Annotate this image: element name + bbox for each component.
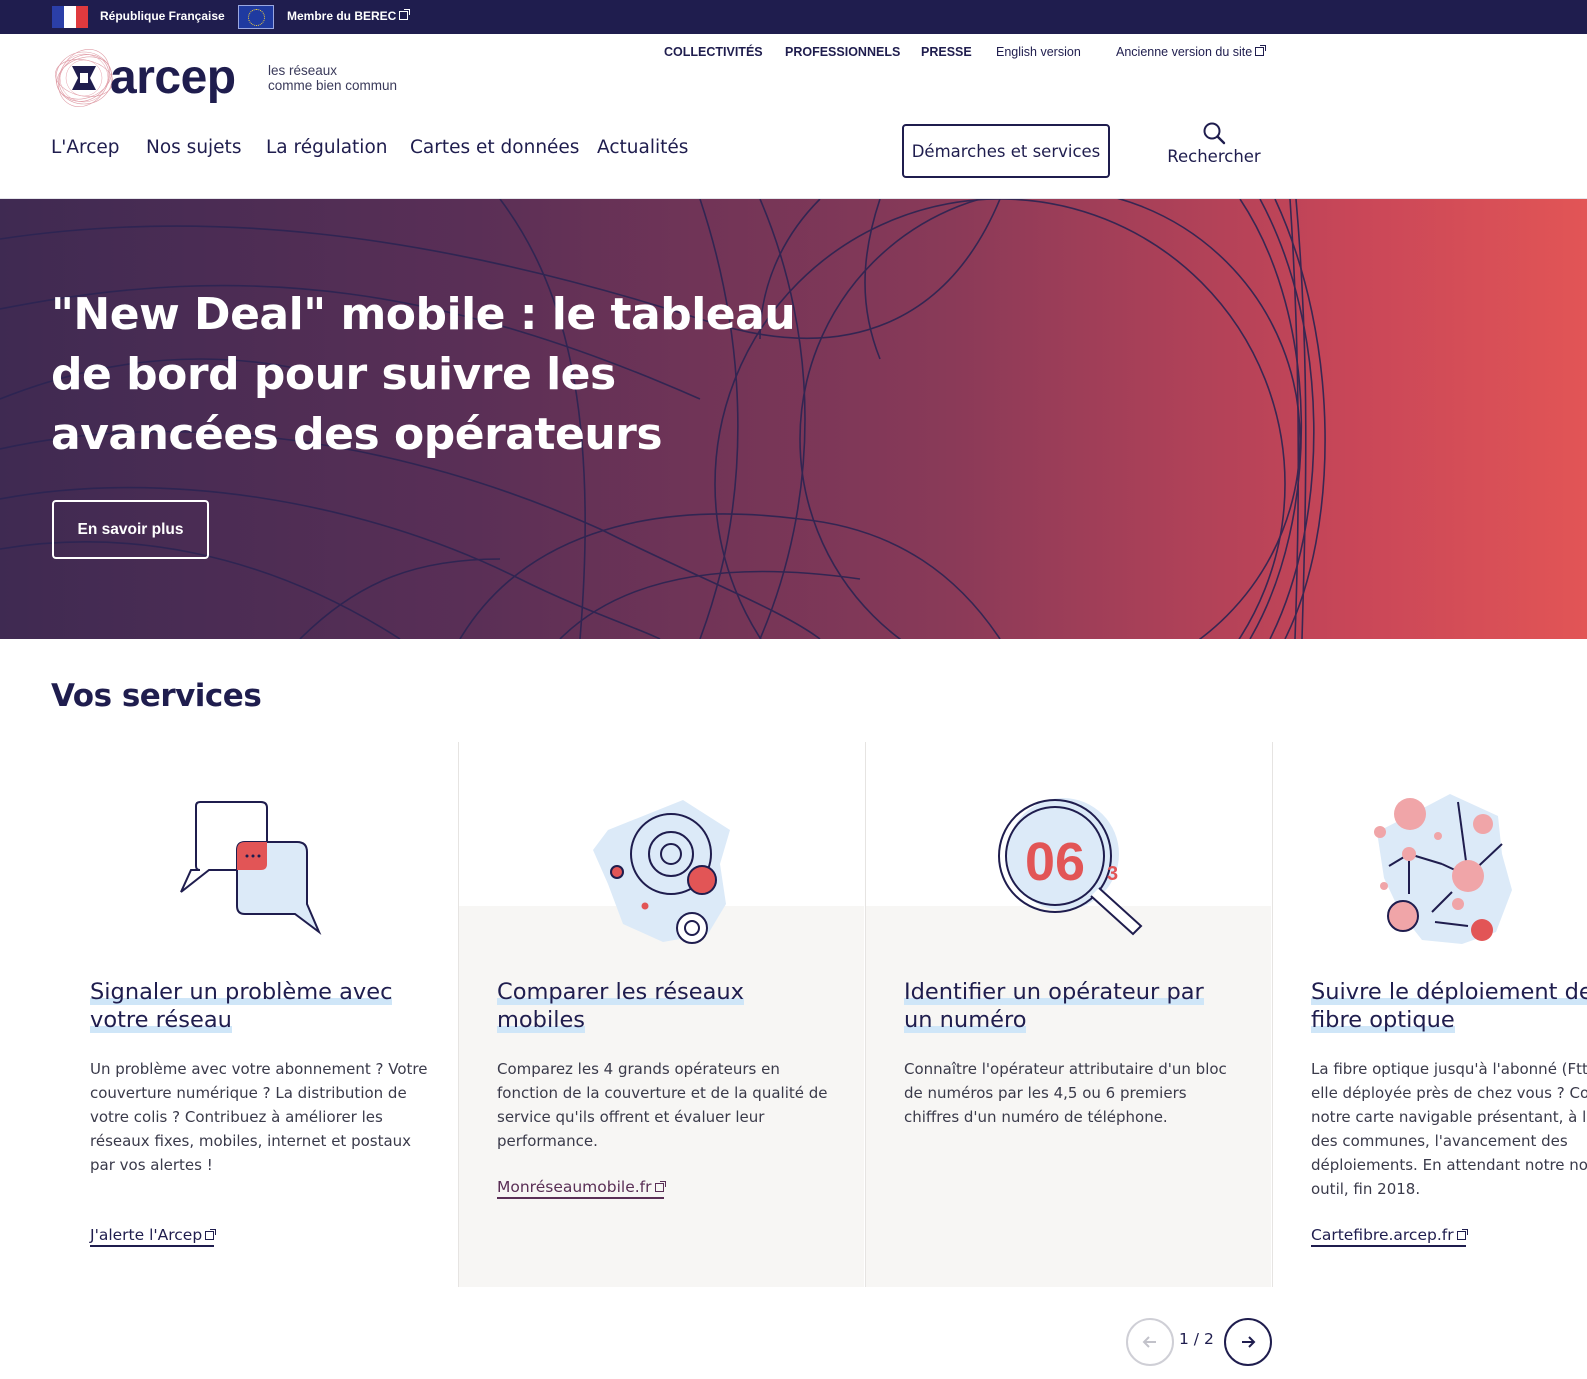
republique-label: République Française	[100, 9, 225, 23]
card-description: Un problème avec votre abonnement ? Votr…	[90, 1060, 428, 1174]
hero-learn-more-button[interactable]: En savoir plus	[52, 500, 209, 559]
external-link-icon	[399, 9, 411, 20]
nav-la-regulation[interactable]: La régulation	[266, 137, 388, 158]
card-link-jalerte[interactable]: J'alerte l'Arcep	[90, 1226, 217, 1247]
carousel-prev-button[interactable]	[1126, 1318, 1174, 1366]
card-link-label: Monréseaumobile.fr	[497, 1178, 652, 1196]
tagline-line-1: les réseaux	[268, 63, 338, 78]
service-card[interactable]: Comparer les réseaux mobiles Comparez le…	[458, 742, 864, 1287]
french-flag-icon	[52, 6, 88, 28]
util-english-version[interactable]: English version	[996, 45, 1081, 59]
card-link-monreseaumobile[interactable]: Monréseaumobile.fr	[497, 1178, 666, 1199]
search-label: Rechercher	[1167, 147, 1261, 166]
eu-flag-icon	[238, 5, 274, 29]
util-presse[interactable]: PRESSE	[921, 45, 972, 59]
card-title[interactable]: Identifier un opérateur par un numéro	[904, 978, 1234, 1034]
card-description: Connaître l'opérateur attributaire d'un …	[904, 1060, 1227, 1126]
external-link-icon	[1456, 1229, 1468, 1240]
demarches-services-button[interactable]: Démarches et services	[902, 124, 1110, 178]
card-link-label: J'alerte l'Arcep	[90, 1226, 203, 1244]
top-bar: République Française Membre du BEREC	[0, 0, 1587, 34]
util-ancienne-version[interactable]: Ancienne version du site	[1116, 45, 1267, 59]
chat-bubbles-icon	[180, 801, 322, 936]
magnifier-number-text: 06	[1025, 832, 1085, 892]
card-title-text: Identifier un opérateur par un numéro	[904, 979, 1204, 1033]
external-link-icon	[654, 1181, 666, 1192]
carousel-next-button[interactable]	[1224, 1318, 1272, 1366]
search-icon	[1203, 122, 1226, 145]
card-description: La fibre optique jusqu'à l'abonné (FttH)…	[1311, 1060, 1587, 1198]
carousel-page-indicator: 1 / 2	[1179, 1330, 1214, 1348]
util-collectivites[interactable]: COLLECTIVITÉS	[664, 45, 763, 59]
card-title-text: Comparer les réseaux mobiles	[497, 979, 744, 1033]
ancienne-version-label: Ancienne version du site	[1116, 45, 1253, 59]
magnifier-number-digit: 3	[1107, 863, 1118, 885]
magnifier-number-icon: 06 3	[998, 798, 1143, 936]
service-card[interactable]: 06 3 Identifier un opérateur par un numé…	[865, 742, 1271, 1287]
card-title-text: Signaler un problème avec votre réseau	[90, 979, 393, 1033]
card-title-text: Suivre le déploiement de la fibre optiqu…	[1311, 979, 1587, 1033]
card-description: Comparez les 4 grands opérateurs en fonc…	[497, 1060, 828, 1150]
search-button[interactable]: Rechercher	[1162, 121, 1266, 171]
nav-larcep[interactable]: L'Arcep	[51, 137, 120, 158]
arcep-logo-icon[interactable]	[52, 44, 116, 112]
external-link-icon	[205, 1229, 217, 1240]
nav-actualites[interactable]: Actualités	[597, 137, 688, 158]
network-map-icon	[1374, 794, 1512, 944]
service-card[interactable]: Signaler un problème avec votre réseau U…	[51, 742, 457, 1287]
berec-link[interactable]: Membre du BEREC	[287, 9, 411, 23]
nav-nos-sujets[interactable]: Nos sujets	[146, 137, 241, 158]
arcep-wordmark[interactable]: arcep	[110, 50, 236, 105]
hero-title: "New Deal" mobile : le tableau de bord p…	[51, 289, 796, 460]
service-card[interactable]: Suivre le déploiement de la fibre optiqu…	[1272, 742, 1587, 1287]
util-professionnels[interactable]: PROFESSIONNELS	[785, 45, 900, 59]
card-title[interactable]: Signaler un problème avec votre réseau	[90, 978, 420, 1034]
card-link-cartefibre[interactable]: Cartefibre.arcep.fr	[1311, 1226, 1468, 1247]
arrow-right-icon	[1242, 1336, 1256, 1348]
card-title[interactable]: Comparer les réseaux mobiles	[497, 978, 827, 1034]
tagline: les réseaux comme bien commun	[268, 63, 397, 93]
services-title: Vos services	[51, 678, 262, 714]
external-link-icon	[1255, 45, 1267, 56]
arrow-left-icon	[1142, 1336, 1156, 1348]
tagline-line-2: comme bien commun	[268, 78, 398, 93]
berec-label: Membre du BEREC	[287, 9, 397, 23]
card-title[interactable]: Suivre le déploiement de la fibre optiqu…	[1311, 978, 1587, 1034]
hero-banner: "New Deal" mobile : le tableau de bord p…	[0, 199, 1587, 639]
france-map-signal-icon	[593, 800, 730, 944]
card-link-label: Cartefibre.arcep.fr	[1311, 1226, 1454, 1244]
nav-cartes-donnees[interactable]: Cartes et données	[410, 137, 579, 158]
